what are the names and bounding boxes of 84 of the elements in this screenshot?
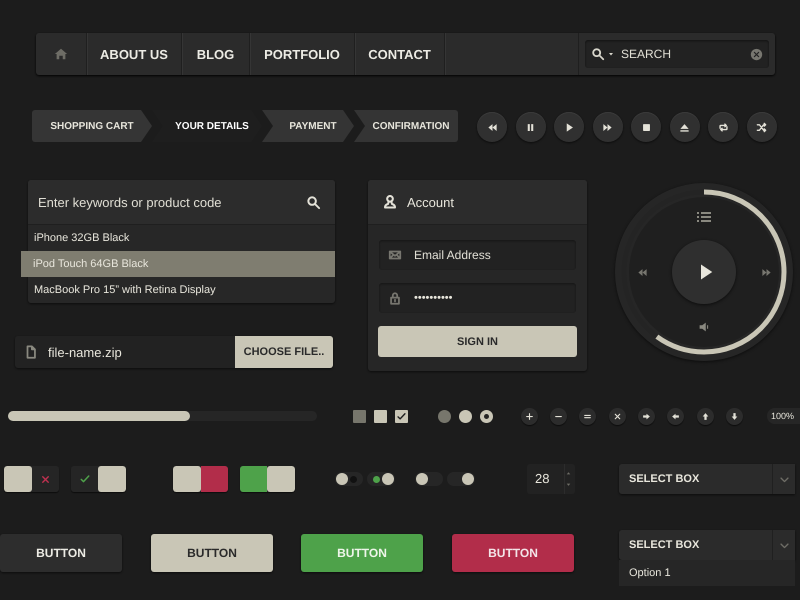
fast-forward-icon (760, 266, 772, 278)
shuffle-icon (756, 122, 767, 132)
mail-icon (388, 248, 402, 262)
equals-button[interactable] (579, 408, 596, 424)
list-icon (696, 209, 712, 225)
play-button[interactable] (554, 112, 584, 142)
arrow-down-button[interactable] (726, 408, 743, 424)
suggestion-item[interactable]: iPhone 32GB Black (28, 225, 335, 251)
arrow-left-icon (671, 412, 680, 420)
password-field[interactable]: •••••••••• (379, 283, 576, 313)
eject-button[interactable] (670, 112, 700, 142)
close-button[interactable] (608, 408, 626, 424)
shuffle-button[interactable] (746, 112, 776, 142)
plus-button[interactable] (520, 408, 538, 424)
arrow-up-button[interactable] (696, 408, 714, 424)
number-spinner[interactable]: 28 (527, 464, 575, 494)
cross-icon (40, 474, 51, 484)
file-name: file-name.zip (48, 344, 122, 360)
checkbox[interactable] (374, 410, 387, 422)
radio-button[interactable] (458, 410, 472, 422)
arrow-down-icon (730, 412, 739, 420)
eject-icon (679, 122, 690, 132)
nav-link[interactable]: CONTACT (355, 33, 445, 75)
arrow-up-icon (700, 412, 710, 420)
nav-link[interactable]: PORTFOLIO (250, 33, 355, 75)
check-icon (396, 410, 407, 422)
toggle-switch[interactable] (415, 472, 443, 486)
button[interactable]: BUTTON (151, 534, 273, 572)
product-search-field[interactable]: Enter keywords or product code (28, 180, 335, 225)
toggle-switch[interactable] (71, 466, 126, 492)
toggle-switch[interactable] (367, 472, 395, 486)
rewind-button[interactable] (477, 112, 507, 142)
select-box[interactable]: SELECT BOX (619, 530, 795, 560)
search-icon (591, 47, 605, 61)
speaker-icon (697, 320, 711, 334)
search-icon (306, 194, 321, 210)
zoom-level-badge: 100% (766, 408, 800, 424)
choose-file-button[interactable]: CHOOSE FILE.. (235, 336, 333, 368)
select-option[interactable]: Option 1 (619, 560, 795, 586)
file-icon (24, 345, 38, 359)
pause-button[interactable] (516, 112, 546, 142)
plus-icon (524, 412, 534, 420)
caret-up-icon (565, 470, 572, 477)
toggle-switch[interactable] (173, 466, 228, 492)
rewind-icon (636, 266, 648, 278)
caret-down-icon (565, 481, 572, 488)
clear-icon (750, 48, 763, 60)
repeat-button[interactable] (708, 112, 738, 142)
email-field[interactable]: Email Address (379, 240, 576, 270)
radio-button[interactable] (480, 410, 493, 422)
fast-forward-button[interactable] (592, 112, 622, 142)
search-field[interactable]: SEARCH (585, 40, 769, 68)
stop-icon (640, 122, 652, 132)
user-icon (382, 194, 398, 210)
select-box[interactable]: SELECT BOX (619, 464, 795, 494)
caret-down-icon (607, 50, 615, 58)
minus-button[interactable] (550, 408, 568, 424)
arrow-right-icon (642, 412, 652, 420)
nav-link[interactable]: BLOG (182, 33, 250, 75)
sign-in-button[interactable]: SIGN IN (378, 326, 577, 357)
fast-forward-icon (602, 122, 613, 132)
checkbox[interactable] (394, 410, 408, 422)
button[interactable]: BUTTON (452, 534, 574, 572)
pause-icon (525, 122, 536, 132)
toggle-switch[interactable] (447, 472, 475, 486)
breadcrumb-step[interactable]: PAYMENT (262, 110, 354, 142)
breadcrumb-step[interactable]: CONFIRMATION (354, 110, 458, 142)
button[interactable]: BUTTON (0, 534, 122, 572)
suggestion-item[interactable]: MacBook Pro 15” with Retina Display (28, 277, 335, 303)
check-icon (78, 473, 90, 485)
rewind-icon (486, 122, 498, 132)
toggle-switch[interactable] (240, 466, 295, 492)
home-icon (54, 47, 68, 61)
breadcrumb-step[interactable]: SHOPPING CART (32, 110, 152, 142)
toggle-switch[interactable] (335, 472, 363, 486)
stop-button[interactable] (631, 112, 661, 142)
lock-icon (388, 291, 402, 305)
repeat-icon (718, 122, 728, 132)
arrow-right-button[interactable] (638, 408, 656, 424)
arrow-left-button[interactable] (667, 408, 684, 424)
close-icon (612, 412, 622, 420)
nav-link[interactable]: ABOUT US (87, 33, 182, 75)
toggle-switch[interactable] (4, 466, 59, 492)
panel-title: Account (407, 194, 454, 210)
